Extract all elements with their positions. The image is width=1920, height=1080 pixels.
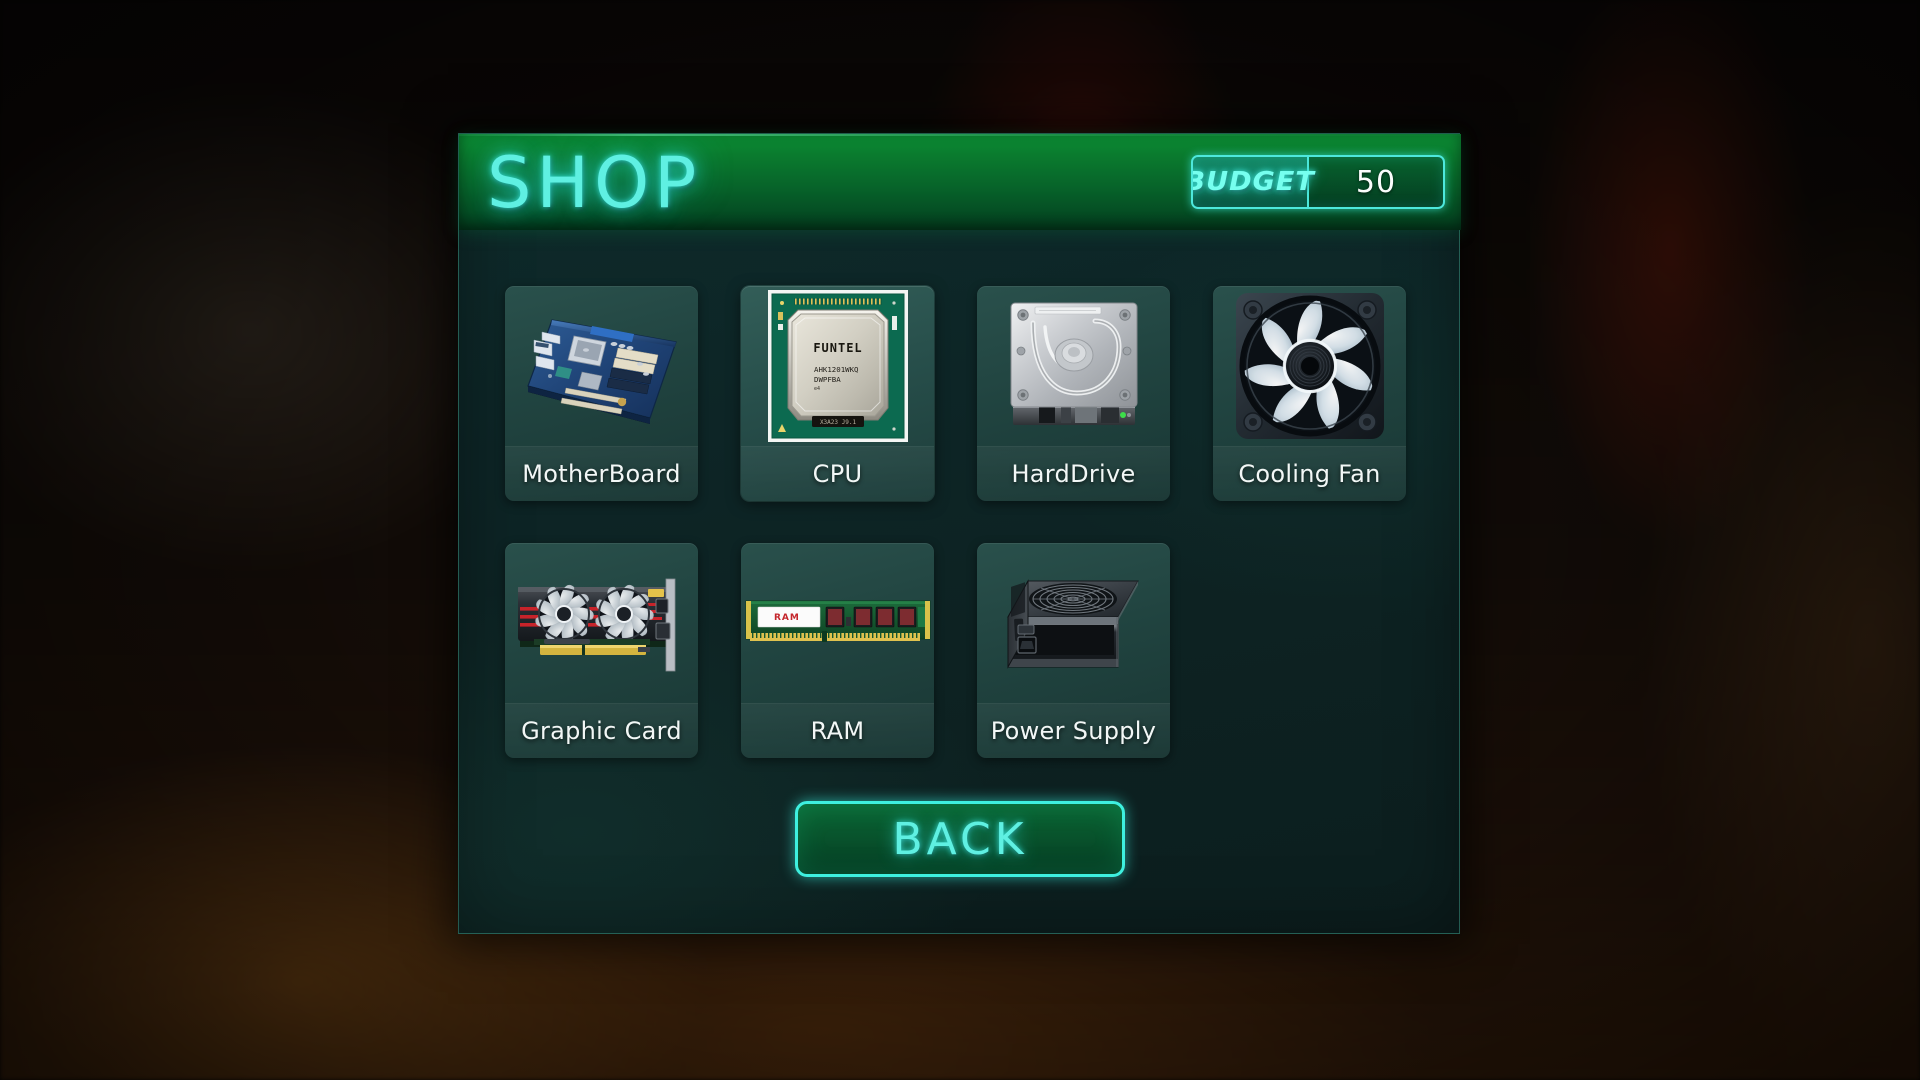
harddrive-thumbnail [977,286,1170,446]
harddrive-label-bar: HardDrive [977,446,1170,501]
svg-text:FUNTEL: FUNTEL [813,341,862,355]
svg-text:DWPFBA: DWPFBA [814,375,841,384]
powersupply-thumbnail [977,543,1170,703]
svg-text:AHK1201WKQ: AHK1201WKQ [814,365,859,374]
cpu-label: CPU [812,460,863,488]
graphic-card-icon [517,578,675,672]
page-title: SHOP [487,142,702,224]
shop-item-motherboard[interactable]: MotherBoard [505,286,698,501]
harddrive-icon [1010,302,1137,425]
motherboard-icon [526,319,677,424]
budget-label: BUDGET [1191,167,1316,197]
cpu-icon: FUNTEL AHK1201WKQ DWPFBA e4 X3A23 J9.1 [767,290,908,442]
svg-text:e4: e4 [814,386,820,392]
harddrive-label: HardDrive [1011,460,1136,488]
ram-icon: RAM [745,600,930,642]
graphiccard-label: Graphic Card [521,717,682,745]
shop-item-coolingfan[interactable]: Cooling Fan [1213,286,1406,501]
graphiccard-thumbnail [505,543,698,703]
shop-item-graphiccard[interactable]: Graphic Card [505,543,698,758]
shop-item-harddrive[interactable]: HardDrive [977,286,1170,501]
motherboard-thumbnail [505,286,698,446]
shop-item-grid: MotherBoard FUNTEL AHK1201WKQ DWPFBA e4 … [505,286,1406,758]
shop-item-ram[interactable]: RAM RAM [741,543,934,758]
shop-item-powersupply[interactable]: Power Supply [977,543,1170,758]
budget-value-box: 50 [1309,157,1443,207]
back-button[interactable]: BACK [795,801,1125,877]
budget-widget: BUDGET 50 [1191,155,1445,209]
budget-label-box: BUDGET [1193,157,1314,207]
graphiccard-label-bar: Graphic Card [505,703,698,758]
coolingfan-label-bar: Cooling Fan [1213,446,1406,501]
back-button-label: BACK [892,813,1028,865]
motherboard-label: MotherBoard [522,460,681,488]
powersupply-label-bar: Power Supply [977,703,1170,758]
cpu-label-bar: CPU [741,446,934,501]
ram-label-bar: RAM [741,703,934,758]
coolingfan-thumbnail [1213,286,1406,446]
budget-value: 50 [1355,164,1397,200]
powersupply-label: Power Supply [990,717,1157,745]
ram-thumbnail: RAM [741,543,934,703]
shop-header: SHOP BUDGET 50 [459,134,1461,230]
motherboard-label-bar: MotherBoard [505,446,698,501]
coolingfan-label: Cooling Fan [1238,460,1381,488]
shop-panel: SHOP BUDGET 50 MotherBoard FUNTEL AHK120… [458,133,1461,934]
svg-text:X3A23 J9.1: X3A23 J9.1 [819,419,856,426]
power-supply-icon [1006,579,1139,669]
svg-text:RAM: RAM [774,613,800,623]
cooling-fan-icon [1235,293,1384,439]
shop-item-cpu[interactable]: FUNTEL AHK1201WKQ DWPFBA e4 X3A23 J9.1 C… [741,286,934,501]
ram-label: RAM [810,717,865,745]
cpu-thumbnail: FUNTEL AHK1201WKQ DWPFBA e4 X3A23 J9.1 [741,286,934,446]
